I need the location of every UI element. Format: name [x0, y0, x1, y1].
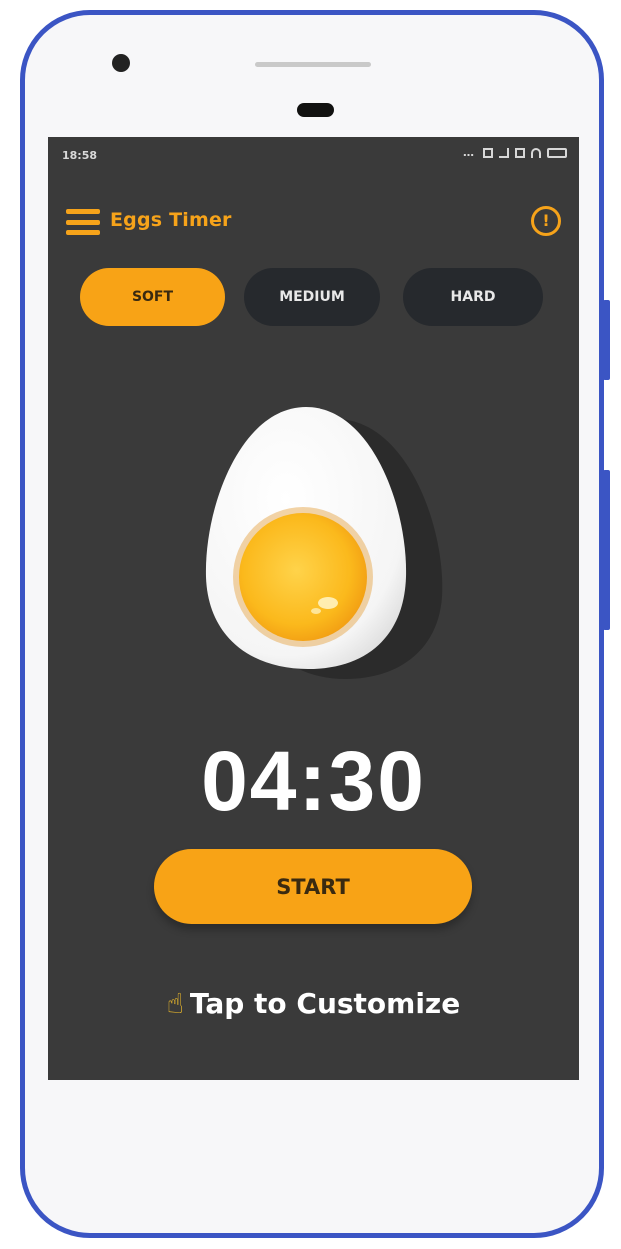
countdown-timer: 04:30 — [201, 734, 426, 828]
signal-icon — [499, 148, 509, 158]
earpiece-speaker — [255, 62, 371, 67]
status-bar: 18:58 … — [48, 137, 579, 175]
hamburger-menu-icon[interactable] — [66, 209, 100, 235]
sim-icon — [483, 148, 493, 158]
start-button[interactable]: START — [154, 849, 472, 924]
volume-button — [603, 300, 610, 380]
wifi-icon — [531, 148, 541, 158]
data-icon — [515, 148, 525, 158]
customize-label: Tap to Customize — [189, 987, 461, 1020]
signal-dots-icon: … — [463, 146, 474, 159]
status-time: 18:58 — [62, 149, 98, 162]
egg-yolk — [239, 513, 367, 641]
app-screen: 18:58 … Eggs Timer ! SOFT MEDIUM HARD 04… — [48, 137, 579, 1080]
mode-medium-button[interactable]: MEDIUM — [244, 268, 380, 326]
proximity-sensor — [297, 103, 334, 117]
power-button — [603, 470, 610, 630]
front-camera — [112, 54, 130, 72]
app-bar: Eggs Timer ! — [48, 203, 579, 243]
customize-link[interactable]: ☝ Tap to Customize — [48, 987, 579, 1020]
egg-illustration — [196, 407, 456, 687]
battery-icon — [547, 148, 567, 158]
mode-hard-button[interactable]: HARD — [403, 268, 543, 326]
mode-soft-button[interactable]: SOFT — [80, 268, 225, 326]
app-title: Eggs Timer — [110, 209, 232, 231]
info-icon[interactable]: ! — [531, 206, 561, 236]
status-icons: … — [463, 146, 567, 159]
tap-hand-icon: ☝ — [166, 987, 184, 1020]
